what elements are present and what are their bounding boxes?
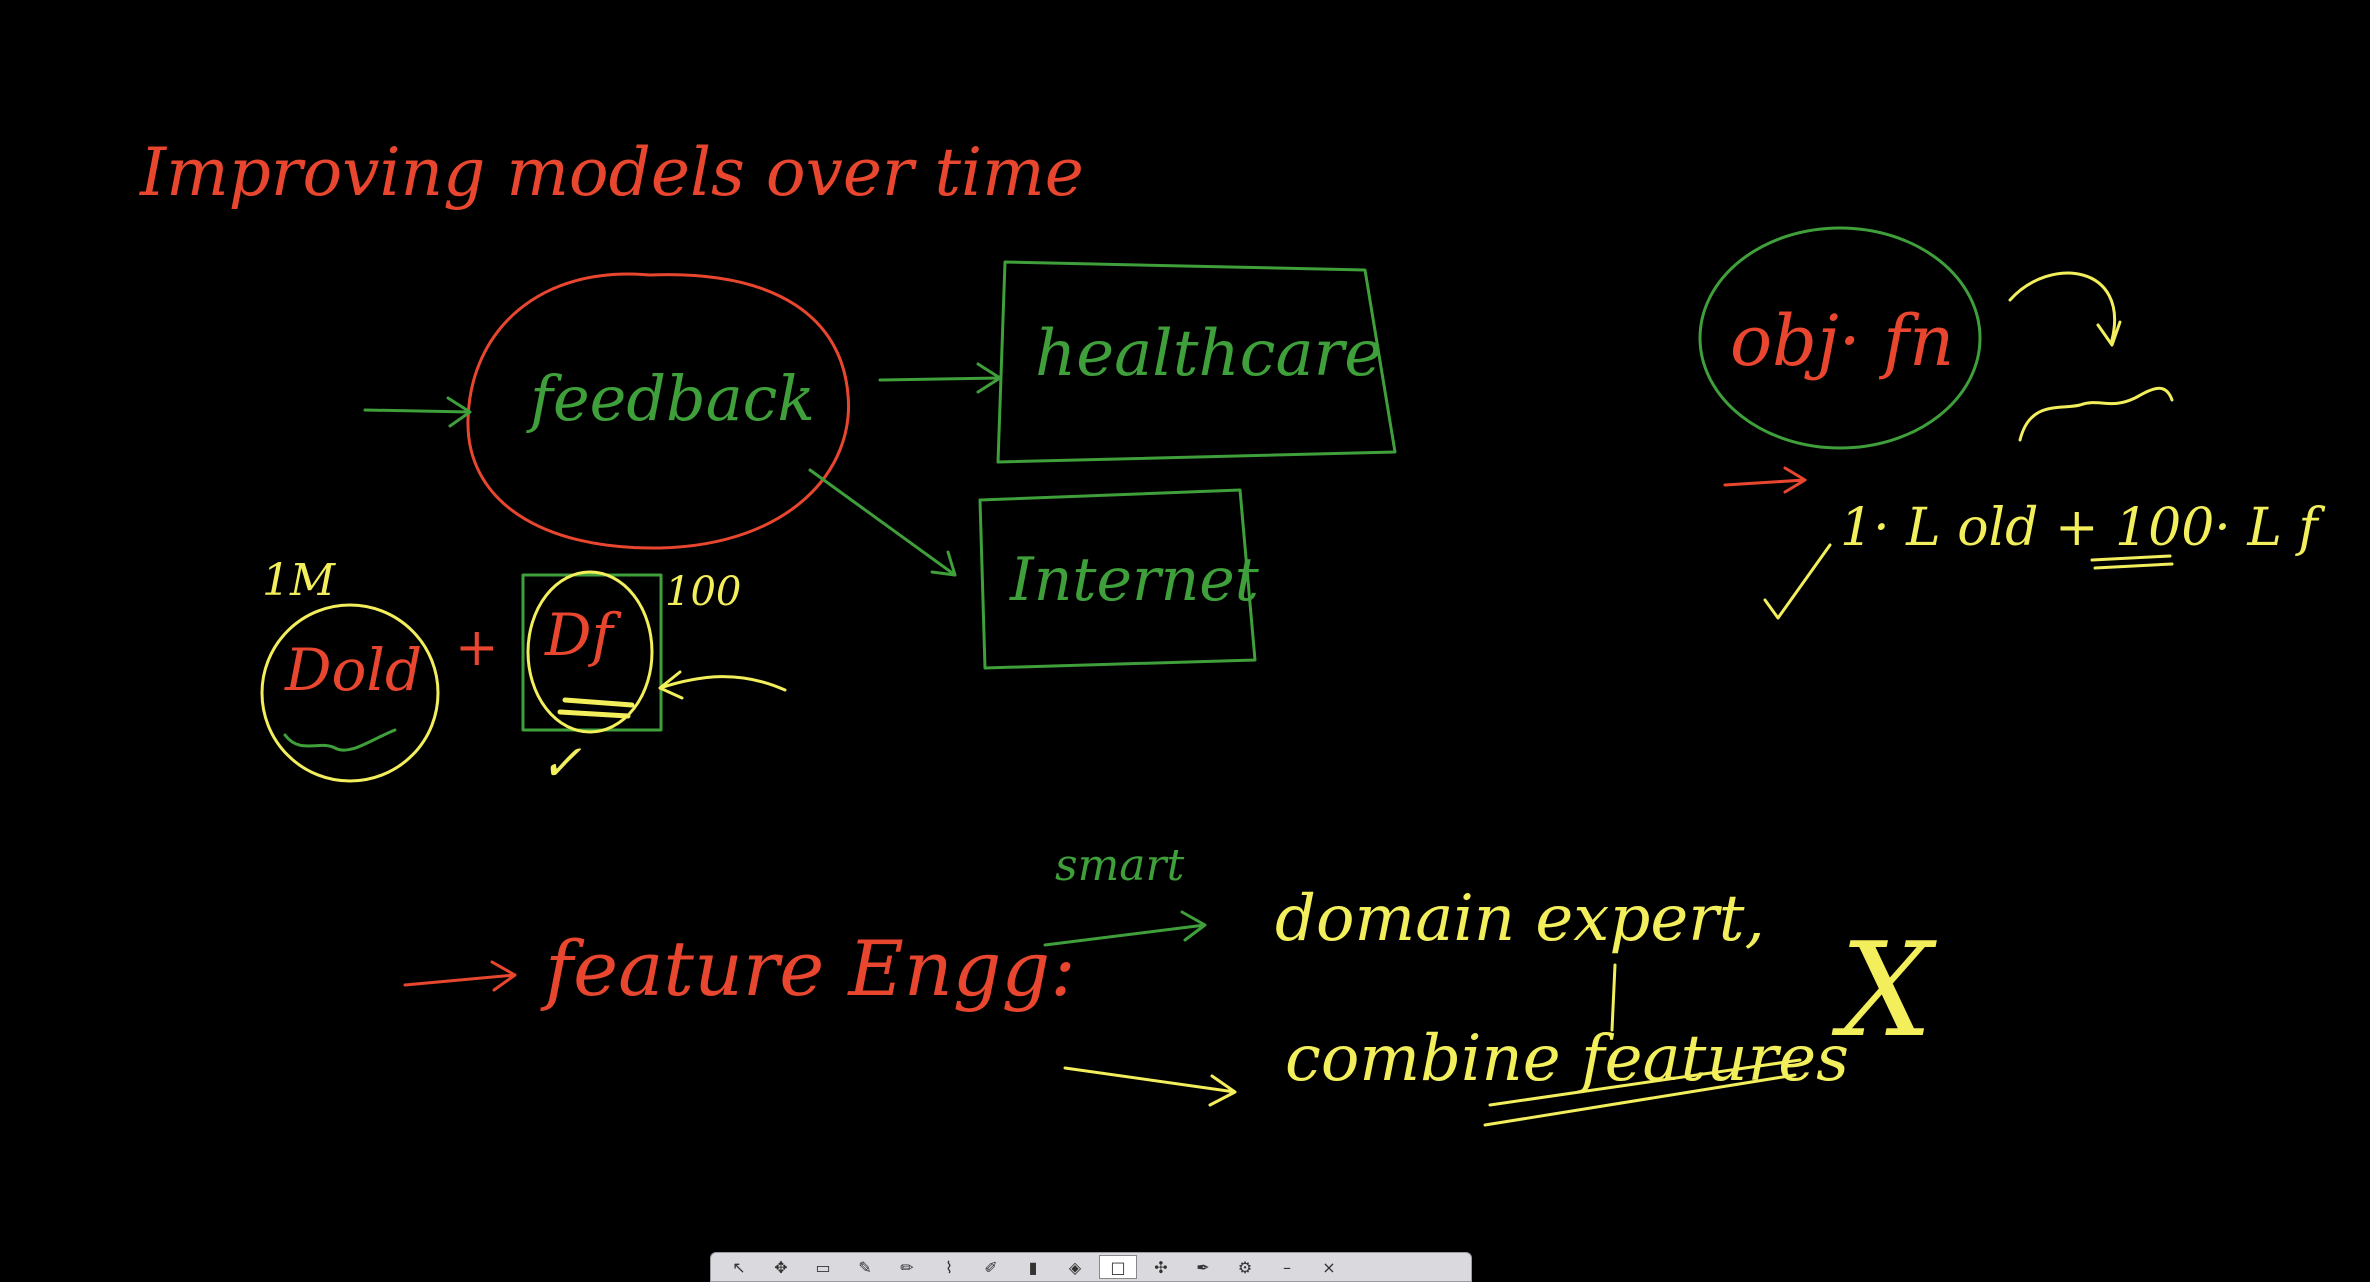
select-tool-button[interactable]: □ bbox=[1099, 1255, 1137, 1279]
loss-brace bbox=[2018, 386, 2174, 442]
close-icon: × bbox=[1322, 1257, 1336, 1277]
feature-engg-label: feature Engg: bbox=[540, 924, 1076, 1013]
arrow-to-healthcare bbox=[878, 362, 1002, 394]
minimize-tool-button[interactable]: – bbox=[1269, 1256, 1305, 1278]
pointer-tool-button[interactable]: ↖ bbox=[721, 1256, 757, 1278]
pen-icon: ✏ bbox=[900, 1257, 914, 1277]
minimize-icon: – bbox=[1283, 1257, 1291, 1277]
close-tool-button[interactable]: × bbox=[1311, 1256, 1347, 1278]
pen-tool-button[interactable]: ✏ bbox=[889, 1256, 925, 1278]
eraser-icon: ▭ bbox=[815, 1257, 831, 1277]
formula-check bbox=[1763, 543, 1832, 620]
d-old-squiggle bbox=[283, 728, 397, 752]
one-million-label: 1M bbox=[262, 555, 336, 606]
title-text: Improving models over time bbox=[139, 134, 1084, 211]
eraser-tool-button[interactable]: ▭ bbox=[805, 1256, 841, 1278]
d-f-check: ✓ bbox=[540, 734, 582, 792]
cross-mark: X bbox=[1831, 914, 1937, 1066]
pencil-icon: ✐ bbox=[984, 1257, 998, 1277]
arrow-into-feature-engg bbox=[403, 960, 517, 992]
d-f-underline bbox=[557, 697, 635, 719]
select-icon: □ bbox=[1110, 1257, 1126, 1277]
gear-icon: ⚙ bbox=[1237, 1257, 1253, 1277]
pen-icon: ✒ bbox=[1196, 1257, 1210, 1277]
combine-features-label: combine features bbox=[1285, 1022, 1849, 1096]
plus-sign: + bbox=[455, 618, 499, 678]
marker-icon: ◈ bbox=[1068, 1257, 1082, 1277]
obj-fn-label: obj· fn bbox=[1730, 300, 1954, 382]
d-f-label: Df bbox=[544, 601, 623, 669]
obj-fn-pointer-arrow bbox=[1723, 466, 1807, 494]
brush-tool-button[interactable]: ⌇ bbox=[931, 1256, 967, 1278]
grab-tool-button[interactable]: ✥ bbox=[763, 1256, 799, 1278]
feedback-label: feedback bbox=[526, 362, 815, 435]
highlighter-icon: ▮ bbox=[1028, 1257, 1038, 1277]
arrow-tool-button[interactable]: ✣ bbox=[1143, 1256, 1179, 1278]
pencil-tool-button[interactable]: ✐ bbox=[973, 1256, 1009, 1278]
pointer-icon: ↖ bbox=[732, 1257, 746, 1277]
internet-label: Internet bbox=[1009, 545, 1260, 615]
brush-icon: ⌇ bbox=[945, 1257, 953, 1277]
arrow-to-internet bbox=[808, 468, 957, 577]
hundred-label: 100 bbox=[665, 569, 741, 615]
domain-expert-label: domain expert, bbox=[1275, 882, 1765, 956]
arrow-into-feedback bbox=[363, 396, 472, 428]
obj-fn-loop-arrow bbox=[2008, 271, 2122, 347]
whiteboard-canvas[interactable]: Improving models over time feedback heal… bbox=[0, 0, 2370, 1278]
pen-icon: ✎ bbox=[858, 1257, 872, 1277]
healthcare-label: healthcare bbox=[1035, 317, 1382, 391]
arrow-icon: ✣ bbox=[1154, 1257, 1168, 1277]
arrow-to-combine-features bbox=[1063, 1066, 1237, 1107]
d-old-label: Dold bbox=[284, 636, 422, 704]
domain-expert-connector bbox=[1610, 963, 1617, 1032]
pen-tool-button[interactable]: ✎ bbox=[847, 1256, 883, 1278]
grab-icon: ✥ bbox=[774, 1257, 788, 1277]
marker-tool-button[interactable]: ◈ bbox=[1057, 1256, 1093, 1278]
pen-tool-button[interactable]: ✒ bbox=[1185, 1256, 1221, 1278]
loss-formula: 1· L old + 100· L f bbox=[1840, 498, 2325, 558]
gear-tool-button[interactable]: ⚙ bbox=[1227, 1256, 1263, 1278]
smart-label: smart bbox=[1055, 840, 1185, 891]
d-f-pointer-arrow bbox=[658, 670, 787, 700]
highlighter-tool-button[interactable]: ▮ bbox=[1015, 1256, 1051, 1278]
